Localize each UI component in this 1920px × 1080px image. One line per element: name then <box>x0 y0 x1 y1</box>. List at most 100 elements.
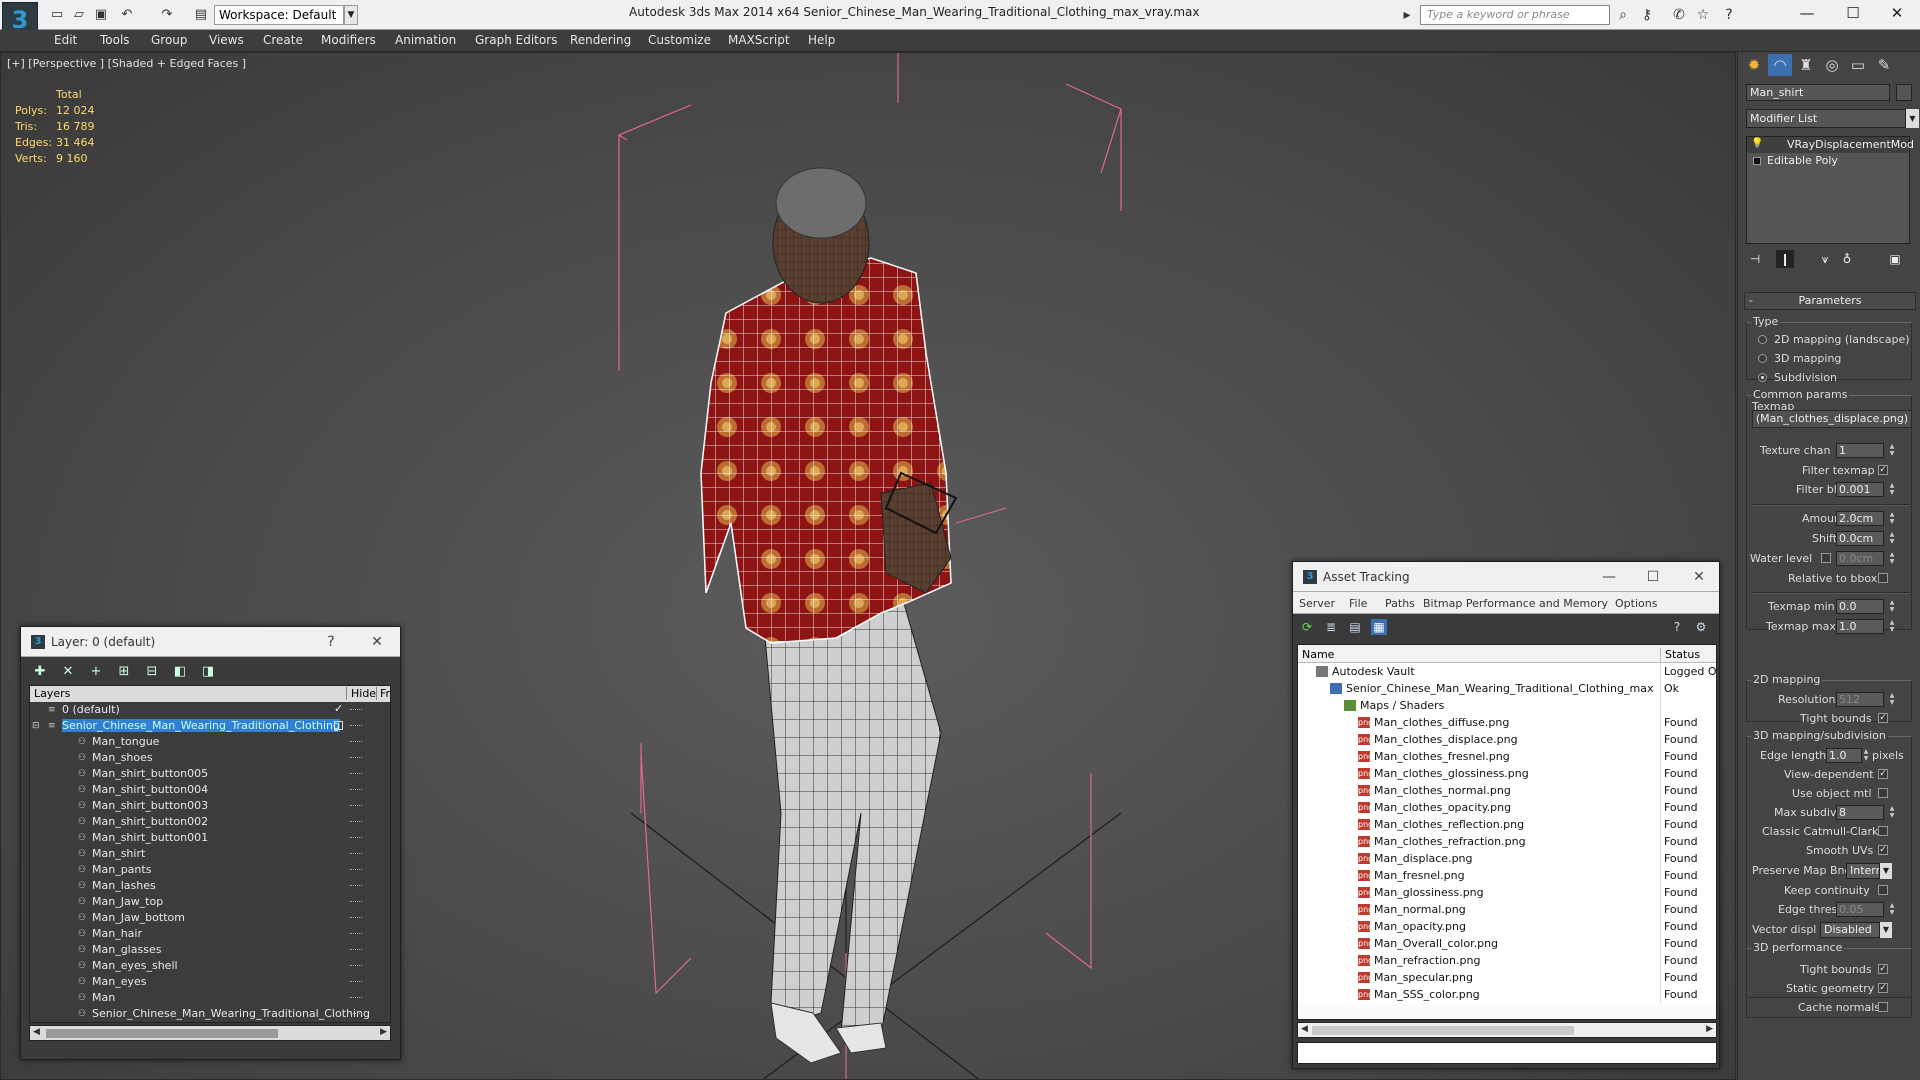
layer-row[interactable]: ⚇ Senior_Chinese_Man_Wearing_Traditional_… <box>30 1006 390 1022</box>
filter-blur-spinner[interactable]: 0.001 <box>1836 482 1884 497</box>
minimize-button[interactable]: — <box>1784 0 1830 28</box>
asset-row[interactable]: png Man_clothes_displace.png Found <box>1298 731 1716 748</box>
object-color-swatch[interactable] <box>1896 84 1912 101</box>
asset-close-icon[interactable]: ✕ <box>1689 567 1709 587</box>
hide-toggle[interactable] <box>350 869 362 871</box>
asset-row[interactable]: png Man_clothes_diffuse.png Found <box>1298 714 1716 731</box>
asset-row[interactable]: png Man_clothes_normal.png Found <box>1298 782 1716 799</box>
edge-thresh-spinner[interactable]: 0.05 <box>1836 902 1884 917</box>
water-level-spinner[interactable]: 0.0cm <box>1836 551 1884 566</box>
make-unique-icon[interactable]: ⩛ <box>1816 250 1834 268</box>
layer-row[interactable]: ⚇ Man_lashes <box>30 878 390 894</box>
scroll-thumb[interactable] <box>46 1029 278 1038</box>
layer-close-icon[interactable]: ✕ <box>367 632 387 652</box>
asset-row[interactable]: png Man_clothes_fresnel.png Found <box>1298 748 1716 765</box>
hide-toggle[interactable] <box>350 757 362 759</box>
tight-bounds-checkbox[interactable]: ✓ <box>1878 713 1888 723</box>
highlight-layer-icon[interactable]: ⊟ <box>143 663 161 681</box>
spinner-arrows-icon[interactable]: ▲ ▼ <box>1888 692 1896 707</box>
asset-minimize-icon[interactable]: — <box>1599 567 1619 587</box>
asset-row[interactable]: png Man_clothes_reflection.png Found <box>1298 816 1716 833</box>
spinner-arrows-icon[interactable]: ▲ ▼ <box>1888 902 1896 917</box>
stack-item-editable-poly[interactable]: Editable Poly <box>1747 153 1909 169</box>
hide-toggle[interactable] <box>350 981 362 983</box>
layer-row[interactable]: ⚇ Man_shirt_button005 <box>30 766 390 782</box>
chevron-down-icon[interactable]: ▼ <box>1906 109 1919 128</box>
show-end-result-icon[interactable]: ❙ <box>1776 250 1794 268</box>
asset-row[interactable]: Senior_Chinese_Man_Wearing_Traditional_C… <box>1298 680 1716 697</box>
hide-toggle[interactable] <box>350 821 362 823</box>
hide-toggle[interactable] <box>350 837 362 839</box>
layer-row[interactable]: ⚇ Man_shoes <box>30 750 390 766</box>
hide-toggle[interactable] <box>350 789 362 791</box>
create-layer-icon[interactable]: ✚ <box>31 663 49 681</box>
expand-icon[interactable] <box>32 705 42 715</box>
layer-row[interactable]: ⚇ Man_glasses <box>30 942 390 958</box>
asset-row[interactable]: png Man_specular.png Found <box>1298 969 1716 986</box>
scroll-right-icon[interactable]: ▶ <box>1706 1024 1713 1034</box>
hide-toggle[interactable] <box>350 965 362 967</box>
pin-stack-icon[interactable]: ⊣ <box>1746 250 1764 268</box>
layer-row[interactable]: ⚇ Man_tongue <box>30 734 390 750</box>
expand-icon[interactable] <box>1753 157 1761 165</box>
layer-row[interactable]: ⚇ Man_eyes_shell <box>30 958 390 974</box>
preserve-map-select[interactable]: Intern <box>1846 863 1880 879</box>
maximize-button[interactable]: ☐ <box>1830 0 1876 28</box>
asset-settings-icon[interactable]: ⚙ <box>1693 619 1709 635</box>
favorites-star-icon[interactable]: ☆ <box>1694 6 1712 24</box>
asset-menu-paths[interactable]: Paths <box>1385 597 1415 610</box>
menu-tools[interactable]: Tools <box>100 33 130 47</box>
layer-help-icon[interactable]: ? <box>321 632 341 652</box>
refresh-icon[interactable]: ⟳ <box>1299 619 1315 635</box>
current-layer-check-icon[interactable]: ✓ <box>334 702 343 715</box>
parameters-rollout-header[interactable]: - Parameters <box>1744 292 1916 310</box>
water-level-checkbox[interactable] <box>1821 553 1831 563</box>
catmull-clark-checkbox[interactable] <box>1878 826 1888 836</box>
asset-row[interactable]: png Man_SSS_color.png Found <box>1298 986 1716 1003</box>
layer-row[interactable]: ⊟ ≡ Senior_Chinese_Man_Wearing_Traditional… <box>30 718 390 734</box>
list-view-icon[interactable]: ≣ <box>1323 619 1339 635</box>
hide-toggle[interactable] <box>350 933 362 935</box>
resolution-spinner[interactable]: 512 <box>1836 692 1884 707</box>
spinner-arrows-icon[interactable]: ▲ ▼ <box>1862 748 1870 763</box>
asset-row[interactable]: png Man_clothes_glossiness.png Found <box>1298 765 1716 782</box>
communication-icon[interactable]: ✆ <box>1670 6 1688 24</box>
workspace-dropdown-icon[interactable]: ▼ <box>344 5 358 25</box>
hierarchy-tab-icon[interactable]: ♜ <box>1794 54 1818 76</box>
hide-toggle[interactable] <box>350 725 362 727</box>
expand-icon[interactable]: ⊟ <box>32 721 42 731</box>
delete-layer-icon[interactable]: ✕ <box>59 663 77 681</box>
help-icon[interactable]: ? <box>1720 6 1738 24</box>
radio-subdivision[interactable] <box>1758 373 1767 382</box>
menu-create[interactable]: Create <box>263 33 303 47</box>
amount-spinner[interactable]: 2.0cm <box>1836 511 1884 526</box>
asset-menu-server[interactable]: Server <box>1299 597 1335 610</box>
hide-all-layers-icon[interactable]: ◧ <box>171 663 189 681</box>
hide-toggle[interactable] <box>350 997 362 999</box>
undo-icon[interactable]: ↶ <box>118 6 136 24</box>
spinner-arrows-icon[interactable]: ▲ ▼ <box>1888 482 1896 497</box>
menu-views[interactable]: Views <box>209 33 244 47</box>
configure-sets-icon[interactable]: ▣ <box>1886 250 1904 268</box>
layer-window-titlebar[interactable]: 3 Layer: 0 (default) ? ✕ <box>21 627 400 657</box>
spinner-arrows-icon[interactable]: ▲ ▼ <box>1888 805 1896 820</box>
scroll-right-icon[interactable]: ▶ <box>380 1027 387 1037</box>
texmap-button[interactable]: (Man_clothes_displace.png) <box>1752 410 1912 428</box>
hide-toggle[interactable] <box>350 805 362 807</box>
set-current-layer-icon[interactable] <box>334 721 343 730</box>
display-tab-icon[interactable]: ▭ <box>1846 54 1870 76</box>
col-hide[interactable]: Hide <box>346 687 376 700</box>
keep-continuity-checkbox[interactable] <box>1878 885 1888 895</box>
col-layers[interactable]: Layers <box>34 687 70 700</box>
col-name[interactable]: Name <box>1302 648 1334 661</box>
asset-menu-options[interactable]: Options <box>1615 597 1657 610</box>
hide-toggle[interactable] <box>350 853 362 855</box>
max-subdivs-spinner[interactable]: 8 <box>1836 805 1884 820</box>
table-view-icon[interactable]: ▦ <box>1371 619 1387 635</box>
texture-chan-spinner[interactable]: 1 <box>1836 443 1884 458</box>
spinner-arrows-icon[interactable]: ▲ ▼ <box>1888 551 1896 566</box>
layer-row[interactable]: ⚇ Man_hair <box>30 926 390 942</box>
hide-toggle[interactable] <box>350 917 362 919</box>
use-object-mtl-checkbox[interactable] <box>1878 788 1888 798</box>
hide-toggle[interactable] <box>350 901 362 903</box>
